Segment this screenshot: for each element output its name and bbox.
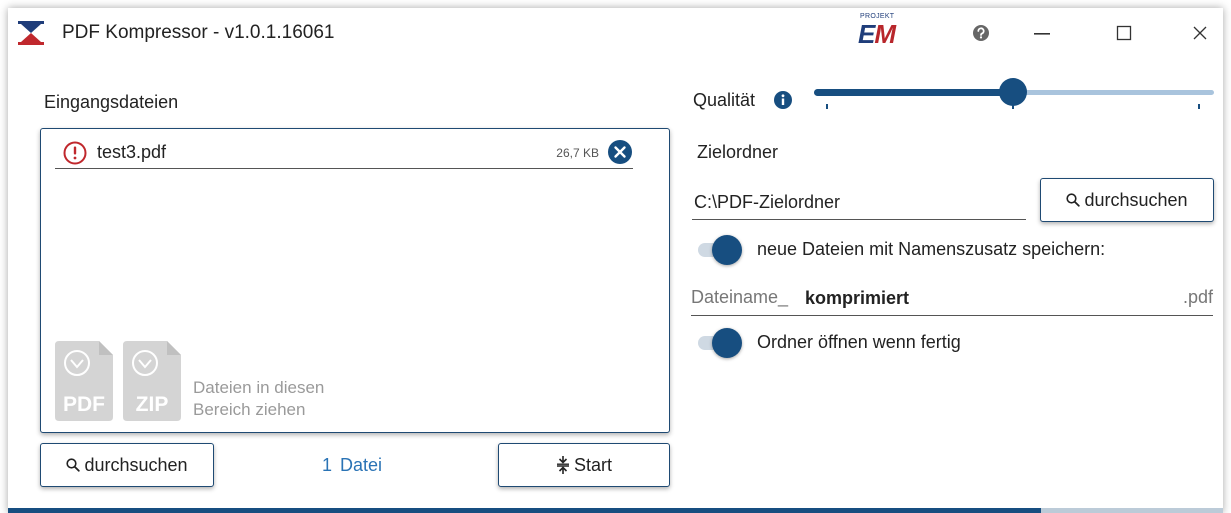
open-folder-toggle[interactable] bbox=[696, 327, 742, 359]
filename-field[interactable]: Dateiname_ .pdf bbox=[691, 282, 1213, 316]
info-icon[interactable] bbox=[773, 90, 793, 110]
brand-m: M bbox=[874, 19, 896, 49]
brand-logo: PROJEKT EM bbox=[856, 13, 916, 53]
title-bar: PDF Kompressor - v1.0.1.16061 PROJEKT EM bbox=[8, 8, 1223, 58]
slider-fill bbox=[814, 89, 1013, 96]
toggle-knob bbox=[712, 235, 742, 265]
help-icon bbox=[973, 25, 989, 41]
start-label: Start bbox=[573, 454, 612, 475]
file-count: 1 Datei bbox=[322, 455, 382, 476]
file-size: 26,7 KB bbox=[556, 146, 599, 160]
input-files-label: Eingangsdateien bbox=[44, 92, 179, 112]
start-button[interactable]: Start bbox=[498, 443, 670, 487]
maximize-icon bbox=[1116, 25, 1132, 41]
compress-icon bbox=[556, 456, 569, 474]
slider-tick bbox=[1198, 104, 1200, 109]
help-button[interactable] bbox=[963, 18, 999, 48]
browse-files-label: durchsuchen bbox=[84, 454, 188, 475]
progress-bar bbox=[8, 508, 1223, 513]
quality-label: Qualität bbox=[693, 90, 756, 110]
drop-hint: Dateien in diesen Bereich ziehen bbox=[193, 377, 393, 421]
close-button[interactable] bbox=[1182, 18, 1218, 48]
suffix-toggle[interactable] bbox=[696, 234, 742, 266]
warning-icon bbox=[63, 141, 87, 165]
filename-prefix: Dateiname_ bbox=[691, 287, 789, 307]
drop-hint-line2: Bereich ziehen bbox=[193, 400, 306, 419]
open-folder-toggle-label: Ordner öffnen wenn fertig bbox=[757, 332, 961, 352]
file-drop-zone[interactable]: test3.pdf 26,7 KB PDF ZIP Dateien in die… bbox=[40, 128, 670, 433]
progress-fill bbox=[8, 508, 1041, 513]
brand-e: E bbox=[858, 19, 875, 49]
maximize-button[interactable] bbox=[1106, 18, 1142, 48]
zip-label: ZIP bbox=[136, 393, 169, 416]
app-window: PDF Kompressor - v1.0.1.16061 PROJEKT EM bbox=[8, 8, 1223, 513]
remove-icon[interactable] bbox=[607, 139, 633, 165]
file-count-number: 1 bbox=[322, 455, 333, 475]
file-name: test3.pdf bbox=[97, 142, 167, 162]
browse-folder-label: durchsuchen bbox=[1084, 189, 1188, 210]
target-folder-input[interactable] bbox=[692, 186, 1026, 220]
slider-knob[interactable] bbox=[999, 78, 1027, 106]
suffix-toggle-label: neue Dateien mit Namenszusatz speichern: bbox=[757, 239, 1106, 259]
target-folder-label: Zielordner bbox=[697, 142, 779, 162]
minimize-button[interactable] bbox=[1024, 18, 1060, 48]
toggle-knob bbox=[712, 328, 742, 358]
brand-main-text: EM bbox=[858, 19, 896, 50]
search-icon bbox=[66, 458, 81, 472]
quality-slider[interactable] bbox=[806, 72, 1216, 122]
filename-extension: .pdf bbox=[1182, 287, 1213, 307]
slider-tick bbox=[826, 104, 828, 109]
filename-suffix-input[interactable] bbox=[805, 282, 1145, 314]
file-count-unit: Datei bbox=[340, 455, 383, 475]
drop-hint-line1: Dateien in diesen bbox=[193, 378, 325, 397]
minimize-icon bbox=[1034, 33, 1050, 35]
close-icon bbox=[1193, 26, 1207, 40]
file-list-item[interactable]: test3.pdf 26,7 KB bbox=[55, 137, 633, 169]
pdf-label: PDF bbox=[63, 393, 105, 416]
browse-folder-button[interactable]: durchsuchen bbox=[1040, 178, 1214, 222]
drop-file-types-icon: PDF ZIP bbox=[55, 341, 181, 421]
window-title: PDF Kompressor - v1.0.1.16061 bbox=[62, 22, 335, 43]
browse-files-button[interactable]: durchsuchen bbox=[40, 443, 214, 487]
app-logo-icon bbox=[18, 21, 44, 45]
search-icon bbox=[1066, 193, 1081, 207]
